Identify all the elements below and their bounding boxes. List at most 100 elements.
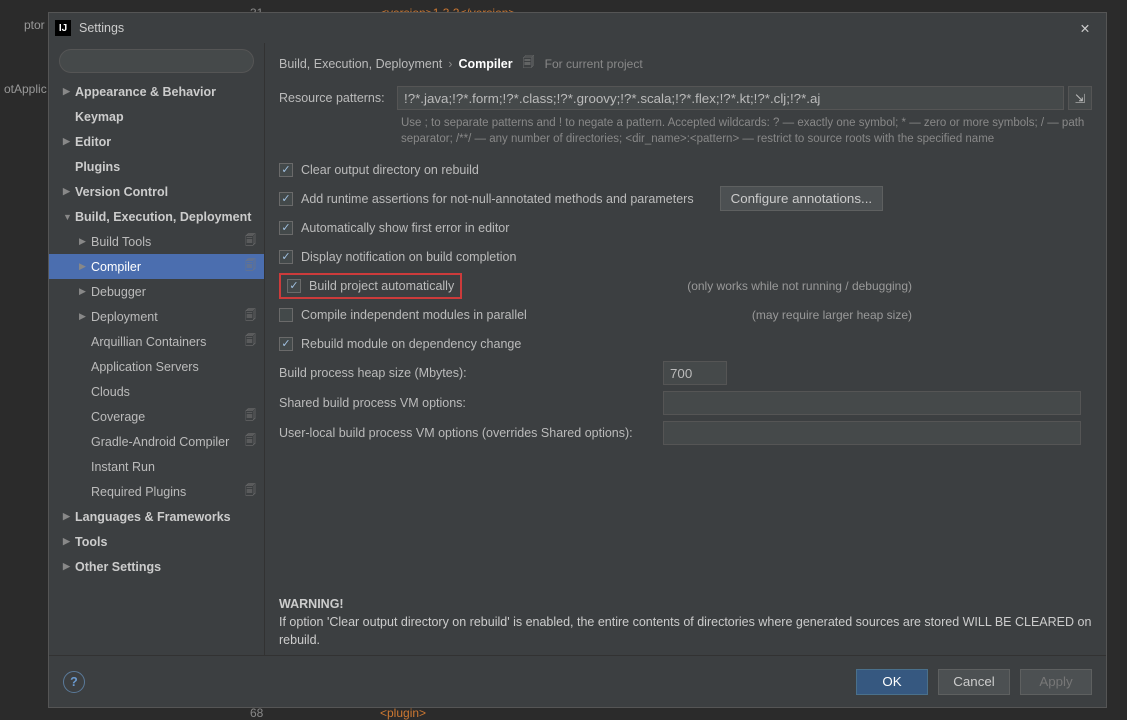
- chk-build-automatically-label[interactable]: Build project automatically: [309, 279, 454, 293]
- tree-item-label: Coverage: [91, 410, 145, 424]
- expand-field-icon[interactable]: ⇲: [1068, 86, 1092, 110]
- tree-item-plugins[interactable]: Plugins: [49, 154, 264, 179]
- tree-item-label: Version Control: [75, 185, 168, 199]
- tree-item-tools[interactable]: ▶Tools: [49, 529, 264, 554]
- chk-runtime-assertions[interactable]: Add runtime assertions for not-null-anno…: [279, 184, 1092, 213]
- tree-arrow-icon: ▶: [63, 561, 75, 572]
- settings-tree: ▶Appearance & BehaviorKeymap▶EditorPlugi…: [49, 79, 264, 649]
- checkbox-icon[interactable]: [279, 163, 293, 177]
- tree-item-application-servers[interactable]: Application Servers: [49, 354, 264, 379]
- heap-size-row: Build process heap size (Mbytes):: [279, 358, 1092, 388]
- bg-ptor: ptor: [24, 18, 45, 32]
- apply-button[interactable]: Apply: [1020, 669, 1092, 695]
- user-vm-input[interactable]: [663, 421, 1081, 445]
- tree-arrow-icon: ▶: [79, 261, 91, 272]
- chk-auto-first-error[interactable]: Automatically show first error in editor: [279, 213, 1092, 242]
- project-scope-icon: 🗐: [245, 307, 256, 326]
- shared-vm-row: Shared build process VM options:: [279, 388, 1092, 418]
- tree-item-label: Build, Execution, Deployment: [75, 210, 251, 224]
- chk-rebuild-dependency[interactable]: Rebuild module on dependency change: [279, 329, 1092, 358]
- heap-size-input[interactable]: [663, 361, 727, 385]
- tree-item-other-settings[interactable]: ▶Other Settings: [49, 554, 264, 579]
- dialog-title: Settings: [79, 21, 1070, 35]
- shared-vm-input[interactable]: [663, 391, 1081, 415]
- close-icon[interactable]: ✕: [1070, 16, 1100, 40]
- breadcrumb-sep: ›: [448, 57, 452, 71]
- tree-item-label: Editor: [75, 135, 111, 149]
- tree-item-label: Required Plugins: [91, 485, 186, 499]
- tree-item-label: Compiler: [91, 260, 141, 274]
- tree-item-label: Build Tools: [91, 235, 151, 249]
- dialog-body: ⌕ ▶Appearance & BehaviorKeymap▶EditorPlu…: [49, 43, 1106, 655]
- tree-item-label: Instant Run: [91, 460, 155, 474]
- tree-item-version-control[interactable]: ▶Version Control: [49, 179, 264, 204]
- resource-patterns-input[interactable]: [397, 86, 1064, 110]
- tree-item-label: Arquillian Containers: [91, 335, 206, 349]
- tree-item-label: Appearance & Behavior: [75, 85, 216, 99]
- resource-patterns-label: Resource patterns:: [279, 91, 397, 105]
- heap-size-label: Build process heap size (Mbytes):: [279, 366, 663, 380]
- tree-item-appearance-behavior[interactable]: ▶Appearance & Behavior: [49, 79, 264, 104]
- checkbox-icon[interactable]: [279, 250, 293, 264]
- project-scope-icon: 🗐: [245, 432, 256, 451]
- user-vm-row: User-local build process VM options (ove…: [279, 418, 1092, 448]
- search-input[interactable]: [59, 49, 254, 73]
- highlight-box: Build project automatically: [279, 273, 462, 299]
- tree-item-clouds[interactable]: Clouds: [49, 379, 264, 404]
- ok-button[interactable]: OK: [856, 669, 928, 695]
- project-scope-label: For current project: [545, 57, 643, 71]
- breadcrumb-a[interactable]: Build, Execution, Deployment: [279, 57, 442, 71]
- tree-item-label: Application Servers: [91, 360, 199, 374]
- tree-item-build-tools[interactable]: ▶Build Tools🗐: [49, 229, 264, 254]
- tree-item-coverage[interactable]: Coverage🗐: [49, 404, 264, 429]
- tree-item-languages-frameworks[interactable]: ▶Languages & Frameworks: [49, 504, 264, 529]
- checkbox-icon[interactable]: [279, 192, 293, 206]
- shared-vm-label: Shared build process VM options:: [279, 396, 663, 410]
- tree-item-arquillian-containers[interactable]: Arquillian Containers🗐: [49, 329, 264, 354]
- tree-item-required-plugins[interactable]: Required Plugins🗐: [49, 479, 264, 504]
- tree-item-deployment[interactable]: ▶Deployment 🗐: [49, 304, 264, 329]
- tree-arrow-icon: ▶: [79, 311, 91, 322]
- tree-item-label: Deployment: [91, 310, 158, 324]
- tree-item-gradle-android-compiler[interactable]: Gradle-Android Compiler 🗐: [49, 429, 264, 454]
- tree-item-debugger[interactable]: ▶Debugger: [49, 279, 264, 304]
- settings-dialog: IJ Settings ✕ ⌕ ▶Appearance & BehaviorKe…: [48, 12, 1107, 708]
- chk-label: Clear output directory on rebuild: [301, 163, 479, 177]
- chk-clear-output[interactable]: Clear output directory on rebuild: [279, 155, 1092, 184]
- chk-display-notification[interactable]: Display notification on build completion: [279, 242, 1092, 271]
- tree-item-editor[interactable]: ▶Editor: [49, 129, 264, 154]
- tree-item-compiler[interactable]: ▶Compiler 🗐: [49, 254, 264, 279]
- tree-item-keymap[interactable]: Keymap: [49, 104, 264, 129]
- warning-title: WARNING!: [279, 597, 344, 611]
- search-wrap: ⌕: [49, 49, 264, 79]
- cancel-button[interactable]: Cancel: [938, 669, 1010, 695]
- help-icon[interactable]: ?: [63, 671, 85, 693]
- bg-applic: otApplic: [4, 82, 47, 96]
- tree-item-label: Keymap: [75, 110, 124, 124]
- project-scope-icon: 🗐: [245, 257, 256, 276]
- tree-arrow-icon: ▶: [63, 186, 75, 197]
- chk-compile-parallel[interactable]: Compile independent modules in parallel …: [279, 300, 1092, 329]
- titlebar: IJ Settings ✕: [49, 13, 1106, 43]
- tree-item-label: Debugger: [91, 285, 146, 299]
- checkbox-icon[interactable]: [279, 308, 293, 322]
- dialog-footer: ? OK Cancel Apply: [49, 655, 1106, 707]
- warning-block: WARNING! If option 'Clear output directo…: [279, 595, 1092, 649]
- tree-item-build-execution-deployment[interactable]: ▼Build, Execution, Deployment: [49, 204, 264, 229]
- configure-annotations-button[interactable]: Configure annotations...: [720, 186, 884, 211]
- tree-item-label: Gradle-Android Compiler: [91, 435, 229, 449]
- content-panel: Build, Execution, Deployment › Compiler …: [265, 43, 1106, 655]
- tree-arrow-icon: ▶: [63, 136, 75, 147]
- checkbox-icon[interactable]: [279, 221, 293, 235]
- user-vm-label: User-local build process VM options (ove…: [279, 426, 663, 440]
- chk-build-auto-note: (only works while not running / debuggin…: [687, 279, 1092, 293]
- checkbox-icon[interactable]: [279, 337, 293, 351]
- bg-line-number-b: 68: [250, 706, 263, 720]
- checkbox-icon[interactable]: [287, 279, 301, 293]
- sidebar: ⌕ ▶Appearance & BehaviorKeymap▶EditorPlu…: [49, 43, 265, 655]
- tree-item-instant-run[interactable]: Instant Run: [49, 454, 264, 479]
- tree-item-label: Other Settings: [75, 560, 161, 574]
- project-scope-icon: 🗐: [245, 232, 256, 251]
- chk-label: Rebuild module on dependency change: [301, 337, 521, 351]
- tree-arrow-icon: ▶: [63, 536, 75, 547]
